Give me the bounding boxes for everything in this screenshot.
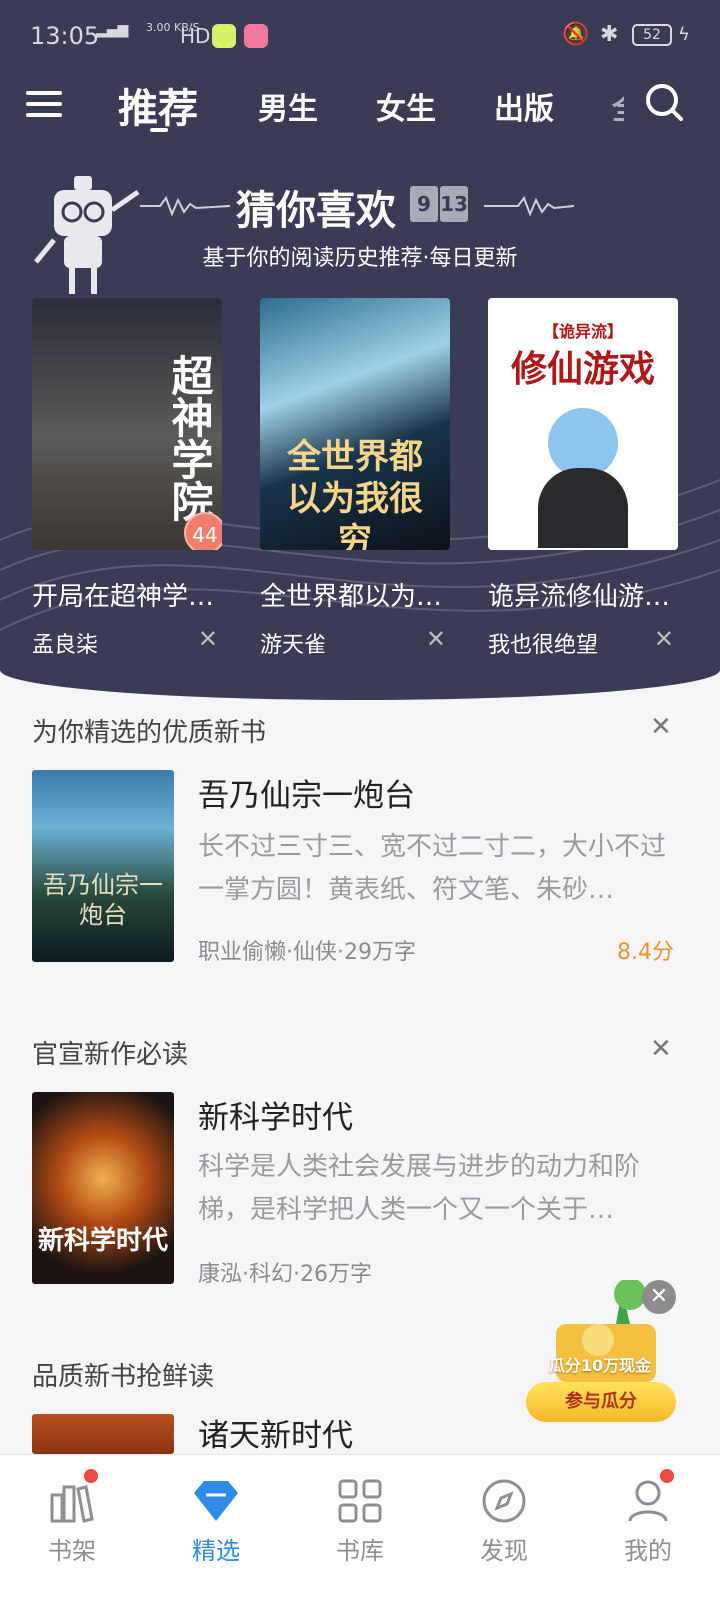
book-description: 长不过三寸三、宽不过二寸二，大小不过一掌方圆！黄表纸、符文笔、朱砂… — [198, 832, 667, 905]
hero-subtitle: 基于你的阅读历史推荐·每日更新 — [202, 246, 518, 271]
hd-label: HD — [180, 24, 211, 48]
close-icon[interactable]: ✕ — [650, 1034, 672, 1064]
tab-label: 精选 — [192, 1537, 240, 1565]
mute-icon: 🔕 — [562, 22, 590, 47]
battery-icon: 52 — [632, 24, 672, 46]
top-nav: 推荐 男生 女生 出版 全 — [0, 72, 720, 152]
app-notification-icon — [244, 24, 268, 48]
cover-title: 全世界都以为我很穷 — [287, 437, 423, 550]
promo-join-button[interactable]: 参与瓜分 — [526, 1382, 676, 1422]
book-title: 诡异流修仙游… — [488, 582, 671, 612]
signal-icon: ▂▄▆ — [96, 22, 129, 38]
hero-title: 猜你喜欢 — [236, 188, 396, 234]
tab-recommend[interactable]: 推荐 — [118, 76, 198, 134]
section-title: 为你精选的优质新书 — [32, 718, 267, 748]
tab-female[interactable]: 女生 — [376, 84, 436, 128]
book-title: 开局在超神学… — [32, 582, 215, 612]
cover-title: 修仙游戏 — [510, 349, 655, 390]
diamond-icon — [194, 1481, 238, 1521]
tab-more[interactable]: 全 — [612, 84, 624, 128]
book-cover[interactable]: 【诡异流】 修仙游戏 — [488, 298, 678, 550]
book-author: 游天雀 ✕ — [260, 625, 450, 659]
tab-profile[interactable]: 我的 — [576, 1455, 720, 1600]
flip-digit: 13 — [440, 186, 468, 222]
tab-label: 发现 — [480, 1537, 528, 1565]
cover-title: 吾乃仙宗一炮台 — [43, 871, 163, 929]
dismiss-icon[interactable]: ✕ — [426, 625, 446, 653]
book-title[interactable]: 诸天新时代 — [198, 1410, 353, 1455]
search-icon[interactable] — [644, 82, 684, 122]
book-description: 科学是人类社会发展与进步的动力和阶梯，是科学把人类一个又一个关于… — [198, 1152, 641, 1225]
robot-mascot-icon — [34, 176, 140, 294]
book-cover[interactable]: 全世界都以为我很穷 — [260, 298, 450, 550]
menu-icon[interactable] — [26, 86, 62, 122]
author-name: 游天雀 — [260, 633, 327, 658]
cover-illustration — [538, 468, 628, 548]
section-title: 官宣新作必读 — [32, 1040, 189, 1070]
book-cover[interactable] — [32, 1414, 174, 1454]
book-author: 孟良柒 ✕ — [32, 625, 222, 659]
hero-book-card[interactable]: 【诡异流】 修仙游戏 诡异流修仙游… 我也很绝望 ✕ — [488, 298, 678, 659]
flip-digit: 9 — [410, 186, 438, 222]
promo-floating-banner[interactable]: 瓜分10万现金 参与瓜分 ✕ — [526, 1280, 676, 1430]
notification-dot — [660, 1469, 674, 1483]
hero-book-card[interactable]: 全世界都以为我很穷 全世界都以为… 游天雀 ✕ — [260, 298, 450, 659]
cover-title: 新科学时代 — [37, 1226, 168, 1256]
hero-book-card[interactable]: 超神学院 44 开局在超神学… 孟良柒 ✕ — [32, 298, 222, 659]
app-notification-icon — [212, 24, 236, 48]
close-icon[interactable]: ✕ — [650, 712, 672, 742]
tab-male[interactable]: 男生 — [258, 84, 318, 128]
bottom-tab-bar: 书架 精选 书库 发现 我的 — [0, 1454, 720, 1600]
book-title: 全世界都以为… — [260, 582, 443, 612]
tab-publish[interactable]: 出版 — [494, 84, 554, 128]
book-title[interactable]: 新科学时代 — [198, 1092, 353, 1137]
tab-discover[interactable]: 发现 — [432, 1455, 576, 1600]
book-cover[interactable]: 吾乃仙宗一炮台 — [32, 770, 174, 962]
grid-icon — [338, 1479, 382, 1523]
active-tab-indicator — [150, 128, 168, 132]
squiggle-decoration — [140, 196, 230, 216]
tab-label: 书库 — [336, 1537, 384, 1565]
cover-tag: 【诡异流】 — [542, 322, 623, 341]
status-time: 13:05 — [30, 22, 100, 50]
book-score: 8.4分 — [617, 940, 674, 965]
dismiss-icon[interactable]: ✕ — [198, 625, 218, 653]
book-cover[interactable]: 超神学院 44 — [32, 298, 222, 550]
tab-label: 书架 — [48, 1537, 96, 1565]
notification-dot — [84, 1469, 98, 1483]
tab-featured[interactable]: 精选 — [144, 1455, 288, 1600]
compass-icon — [482, 1479, 526, 1523]
book-cover[interactable]: 新科学时代 — [32, 1092, 174, 1284]
section-title: 品质新书抢鲜读 — [32, 1362, 215, 1392]
cover-title: 超神学院 — [165, 354, 214, 522]
promo-title: 瓜分10万现金 — [548, 1356, 652, 1375]
tab-library[interactable]: 书库 — [288, 1455, 432, 1600]
tab-label: 我的 — [624, 1537, 672, 1565]
author-name: 孟良柒 — [32, 633, 99, 658]
book-meta: 康泓·科幻·26万字 — [198, 1262, 372, 1287]
book-meta: 职业偷懒·仙侠·29万字 — [198, 940, 416, 965]
close-icon[interactable]: ✕ — [642, 1280, 676, 1314]
author-name: 我也很绝望 — [488, 633, 599, 658]
status-bar: 13:05 ▂▄▆ 3.00 KB/S HD 🔕 ✱ 52 ϟ — [0, 0, 720, 72]
discount-badge: 44 — [184, 512, 222, 550]
squiggle-decoration — [484, 196, 574, 216]
dismiss-icon[interactable]: ✕ — [654, 625, 674, 653]
book-title[interactable]: 吾乃仙宗一炮台 — [198, 770, 415, 815]
charging-icon: ϟ — [678, 24, 690, 45]
book-author: 我也很绝望 ✕ — [488, 625, 678, 659]
tab-bookshelf[interactable]: 书架 — [0, 1455, 144, 1600]
bluetooth-icon: ✱ — [600, 22, 619, 47]
